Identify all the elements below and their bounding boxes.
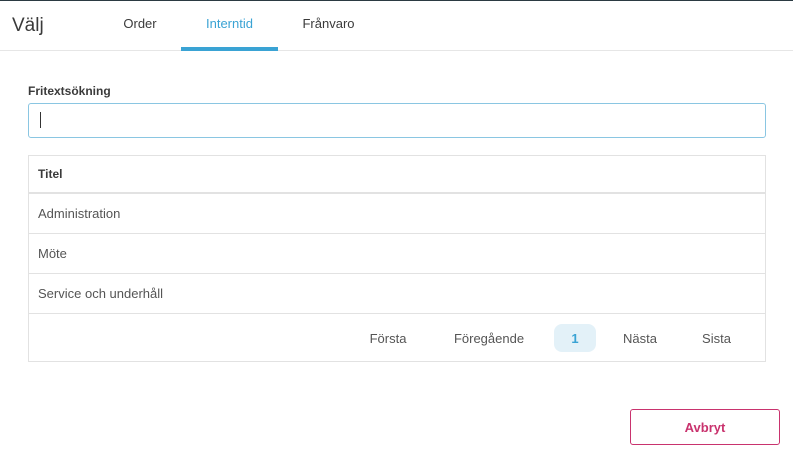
dialog-header: Välj Order Interntid Frånvaro (0, 1, 793, 51)
tab-franvaro[interactable]: Frånvaro (280, 1, 377, 51)
pagination-first-button[interactable]: Första (359, 324, 417, 352)
text-caret (40, 112, 41, 128)
tab-franvaro-label: Frånvaro (302, 15, 355, 31)
table-row[interactable]: Administration (29, 194, 765, 234)
pagination-previous-button[interactable]: Föregående (444, 324, 534, 352)
tab-order[interactable]: Order (100, 1, 180, 51)
tab-order-label: Order (123, 15, 157, 31)
row-title: Möte (38, 246, 67, 261)
cancel-button[interactable]: Avbryt (630, 409, 780, 445)
select-dialog: Välj Order Interntid Frånvaro Fritextsök… (0, 0, 793, 453)
search-input[interactable] (28, 103, 766, 138)
table-row[interactable]: Möte (29, 234, 765, 274)
search-label: Fritextsökning (28, 84, 111, 98)
row-title: Service och underhåll (38, 286, 164, 301)
tab-interntid[interactable]: Interntid (181, 1, 278, 51)
pagination-last-button[interactable]: Sista (694, 324, 739, 352)
column-header-titel: Titel (29, 156, 765, 194)
table-row[interactable]: Service och underhåll (29, 274, 765, 314)
tab-interntid-label: Interntid (206, 15, 253, 31)
row-title: Administration (38, 206, 121, 221)
pagination: Första Föregående 1 Nästa Sista (29, 315, 765, 361)
results-table: Titel Administration Möte Service och un… (28, 155, 766, 362)
pagination-current-page[interactable]: 1 (554, 324, 596, 352)
pagination-next-button[interactable]: Nästa (614, 324, 666, 352)
dialog-title: Välj (12, 15, 44, 36)
